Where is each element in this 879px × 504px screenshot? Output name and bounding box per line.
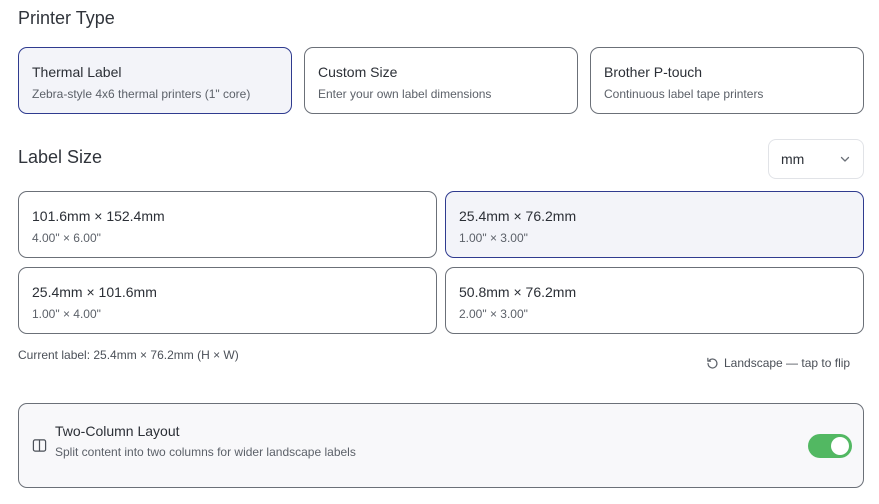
option-subtitle: Continuous label tape printers [604,87,764,101]
option-title: 25.4mm × 101.6mm [32,284,157,300]
toggle-knob [831,437,849,455]
label-size-heading: Label Size [18,147,103,167]
two-column-title: Two-Column Layout [55,423,180,439]
landscape-flip-label: Landscape — tap to flip [724,356,851,370]
printer-type-custom-size[interactable]: Custom Size Enter your own label dimensi… [304,47,578,114]
unit-select-value: mm [781,151,805,167]
option-title: 101.6mm × 152.4mm [32,208,165,224]
option-subtitle: 4.00" × 6.00" [32,231,101,245]
printer-type-thermal-label[interactable]: Thermal Label Zebra-style 4x6 thermal pr… [18,47,292,114]
label-size-option[interactable]: 50.8mm × 76.2mm 2.00" × 3.00" [445,267,864,334]
option-subtitle: 1.00" × 3.00" [459,231,528,245]
chevron-down-icon [840,156,850,162]
printer-type-brother-ptouch[interactable]: Brother P-touch Continuous label tape pr… [590,47,864,114]
columns-icon [32,439,47,452]
rotate-ccw-icon [707,357,718,369]
unit-select[interactable]: mm [768,139,864,179]
option-subtitle: 1.00" × 4.00" [32,307,101,321]
option-subtitle: 2.00" × 3.00" [459,307,528,321]
printer-type-heading: Printer Type [18,8,115,28]
two-column-layout-panel: Two-Column Layout Split content into two… [18,403,864,488]
label-size-option[interactable]: 101.6mm × 152.4mm 4.00" × 6.00" [18,191,437,258]
option-title: Custom Size [318,64,398,80]
option-subtitle: Enter your own label dimensions [318,87,492,101]
two-column-toggle[interactable] [808,434,852,458]
option-title: Thermal Label [32,64,122,80]
current-label-text: Current label: 25.4mm × 76.2mm (H × W) [18,348,239,362]
option-title: 25.4mm × 76.2mm [459,208,577,224]
option-title: Brother P-touch [604,64,703,80]
label-size-option[interactable]: 25.4mm × 76.2mm 1.00" × 3.00" [445,191,864,258]
option-subtitle: Zebra-style 4x6 thermal printers (1" cor… [32,87,251,101]
option-title: 50.8mm × 76.2mm [459,284,577,300]
label-size-option[interactable]: 25.4mm × 101.6mm 1.00" × 4.00" [18,267,437,334]
landscape-flip-button[interactable]: Landscape — tap to flip [706,355,850,371]
two-column-subtitle: Split content into two columns for wider… [55,445,356,459]
